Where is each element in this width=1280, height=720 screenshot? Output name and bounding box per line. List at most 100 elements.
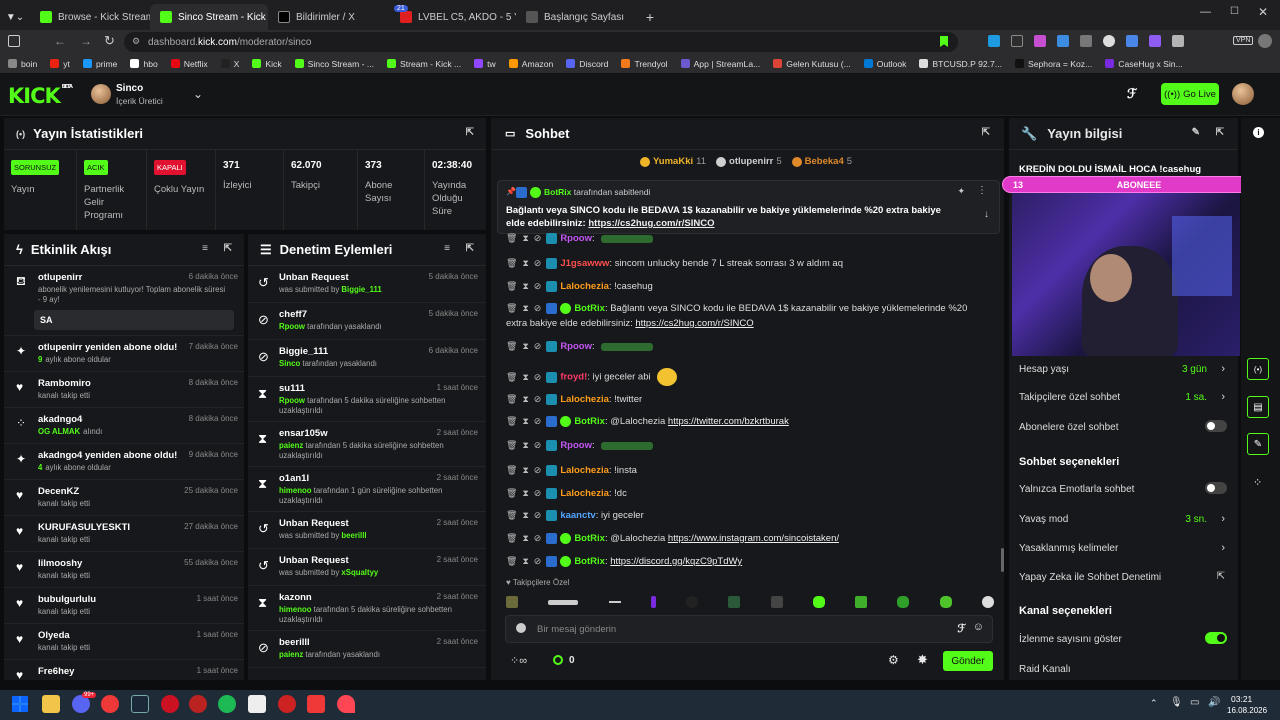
popout-icon[interactable]: ⇱ [224, 243, 232, 254]
activity-item[interactable]: ♥ bubulgurlulu 1 saat önce kanalı takip ett… [4, 588, 244, 624]
ban-icon[interactable]: ⊘ [534, 341, 542, 351]
vpn-badge[interactable]: VPN [1233, 36, 1254, 45]
file-explorer-icon[interactable] [42, 695, 60, 713]
moderator-name[interactable]: himenoo [279, 486, 312, 495]
chat-username[interactable]: Rpoow [560, 341, 592, 352]
chat-message[interactable]: 🗑 ⧗ ⊘ BotRix: @Lalochezia https://www.insta… [506, 533, 839, 544]
chat-message[interactable]: 🗑 ⧗ ⊘ froyd!: iyi geceler abi [506, 368, 677, 386]
chat-username[interactable]: kaanctv [560, 510, 595, 521]
emote-icon[interactable] [855, 596, 868, 608]
moderation-item[interactable]: ⊘ cheff7 5 dakika önce Rpoow tarafından yas… [248, 303, 486, 340]
channel-switch-chevron-icon[interactable]: ⌄ [193, 87, 203, 101]
bookmark-item[interactable]: Gelen Kutusu (... [773, 59, 851, 69]
moderator-name[interactable]: xSqualtyy [341, 568, 378, 577]
mod-tools-icon[interactable]: ✸ [917, 652, 928, 668]
setting-row[interactable]: İzlenme sayısını göster [1019, 632, 1227, 645]
emote-icon[interactable] [897, 596, 910, 608]
timeout-icon[interactable]: ⧗ [522, 341, 528, 351]
chat-message[interactable]: 🗑 ⧗ ⊘ BotRix: Bağlantı veya SINCO kodu ile … [506, 303, 967, 314]
trash-icon[interactable]: 🗑 [506, 233, 517, 243]
moderation-item[interactable]: ⧗ ensar105w 2 saat önce paienz tarafından 5… [248, 422, 486, 467]
emote-icon[interactable] [812, 596, 825, 608]
bookmark-item[interactable]: yt [50, 59, 70, 69]
timeout-icon[interactable]: ⧗ [522, 372, 528, 382]
clock-time[interactable]: 03:21 [1231, 694, 1252, 704]
moderation-item[interactable]: ↺ Unban Request 2 saat önce was submitted b… [248, 512, 486, 549]
tray-chevron-icon[interactable]: ⌃ [1150, 698, 1158, 709]
windows-start-icon[interactable] [12, 696, 28, 712]
bookmark-item[interactable]: Sinco Stream - ... [294, 59, 374, 69]
bookmark-item[interactable]: CaseHug x Sin... [1105, 59, 1183, 69]
mod-actions-rail-icon[interactable]: ▤ [1247, 396, 1269, 418]
trash-icon[interactable]: 🗑 [506, 440, 517, 450]
chat-username[interactable]: J1gsawww [560, 258, 609, 269]
chat-settings-gear-icon[interactable]: ⚙ [888, 653, 899, 667]
emote-icon[interactable] [686, 596, 699, 608]
clock-date[interactable]: 16.08.2026 [1227, 706, 1267, 715]
chat-username[interactable]: Lalochezia [560, 281, 609, 292]
broadcast-rail-icon[interactable]: (•) [1247, 358, 1269, 380]
bookmark-item[interactable]: hbo [130, 59, 158, 69]
toggle-switch[interactable] [1205, 420, 1227, 432]
setting-row[interactable]: Yalnızca Emotlarla sohbet [1019, 482, 1227, 495]
moderation-item[interactable]: ⧗ su111 1 saat önce Rpoow tarafından 5 daki… [248, 377, 486, 422]
timeout-icon[interactable]: ⧗ [522, 465, 528, 475]
activity-item[interactable]: ♥ Olyeda 1 saat önce kanalı takip etti [4, 624, 244, 660]
chat-message[interactable]: 🗑 ⧗ ⊘ Lalochezia: !insta [506, 465, 637, 476]
activity-item[interactable]: ♥ KURUFASULYESKTI 27 dakika önce kanalı tak… [4, 516, 244, 552]
bookmark-item[interactable]: boin [8, 59, 37, 69]
profile-avatar[interactable] [1258, 34, 1272, 48]
ban-icon[interactable]: ⊘ [534, 258, 542, 268]
trash-icon[interactable]: 🗑 [506, 258, 517, 268]
extension-icon[interactable] [1057, 35, 1069, 47]
chat-badge-icon[interactable] [516, 623, 526, 633]
chat-scrollbar[interactable] [1001, 548, 1004, 572]
extension-icon[interactable] [1172, 35, 1184, 47]
chat-message[interactable]: 🗑 ⧗ ⊘ Rpoow: [506, 341, 653, 352]
chat-username[interactable]: Lalochezia [560, 394, 609, 405]
tab-start-page[interactable]: Başlangıç Sayfası [516, 4, 636, 30]
emote-icon[interactable] [770, 596, 783, 608]
chat-message[interactable]: 🗑 ⧗ ⊘ BotRix: https://discord.gg/kqzC9pTdWy [506, 556, 742, 567]
steam-icon[interactable] [131, 695, 149, 713]
network-icon[interactable]: ▭ [1190, 697, 1199, 708]
bookmark-item[interactable]: Sephora = Koz... [1015, 59, 1092, 69]
site-info-icon[interactable]: ⚙ [132, 36, 140, 47]
extension-icon[interactable] [1103, 35, 1115, 47]
chat-link[interactable]: https://cs2hug.com/r/SINCO [635, 318, 753, 329]
setting-row[interactable]: Yapay Zeka ile Sohbet Denetimi ⇱ [1019, 571, 1227, 583]
timeout-icon[interactable]: ⧗ [522, 533, 528, 543]
minimize-icon[interactable]: — [1200, 6, 1211, 18]
unpin-icon[interactable]: ✦ [957, 186, 965, 197]
timeout-icon[interactable]: ⧗ [522, 488, 528, 498]
back-icon[interactable]: ← [54, 34, 66, 48]
trash-icon[interactable]: 🗑 [506, 281, 517, 291]
community-rail-icon[interactable]: ⁘ [1253, 476, 1262, 489]
chat-message[interactable]: 🗑 ⧗ ⊘ J1gsawww: sincom unlucky bende 7 L st… [506, 258, 843, 269]
maximize-icon[interactable]: ☐ [1230, 6, 1239, 17]
timeout-icon[interactable]: ⧗ [522, 233, 528, 243]
chat-input[interactable]: Bir mesaj gönderin ℱ ☺ [505, 615, 993, 643]
trash-icon[interactable]: 🗑 [506, 416, 517, 426]
bookmark-item[interactable]: prime [82, 59, 117, 69]
new-tab-icon[interactable]: + [636, 4, 664, 30]
more-options-icon[interactable]: ⋮ [977, 185, 987, 196]
trash-icon[interactable]: 🗑 [506, 341, 517, 351]
chat-username[interactable]: Lalochezia [560, 465, 609, 476]
filter-icon[interactable]: ≡ [444, 243, 450, 254]
moderation-item[interactable]: ⊘ Biggie_111 6 dakika önce Sinco tarafından… [248, 340, 486, 377]
popout-icon[interactable]: ⇱ [982, 127, 990, 138]
emote-icon[interactable] [608, 601, 621, 603]
extension-icon[interactable] [1011, 35, 1023, 47]
moderation-item[interactable]: ⧗ kazonn 2 saat önce himenoo tarafından 5 d… [248, 586, 486, 631]
valorant-icon[interactable] [337, 695, 355, 713]
setting-row[interactable]: Raid Kanalı [1019, 664, 1227, 675]
spotify-icon[interactable] [218, 695, 236, 713]
ban-icon[interactable]: ⊘ [534, 394, 542, 404]
vivaldi-icon[interactable] [307, 695, 325, 713]
setting-row[interactable]: Abonelere özel sohbet [1019, 420, 1227, 433]
kick-logo[interactable]: KICK BETA [8, 84, 73, 108]
activity-item[interactable]: ♥ Rambomiro 8 dakika önce kanalı takip etti [4, 372, 244, 408]
filter-icon[interactable]: ≡ [202, 243, 208, 254]
app-icon[interactable] [161, 695, 179, 713]
